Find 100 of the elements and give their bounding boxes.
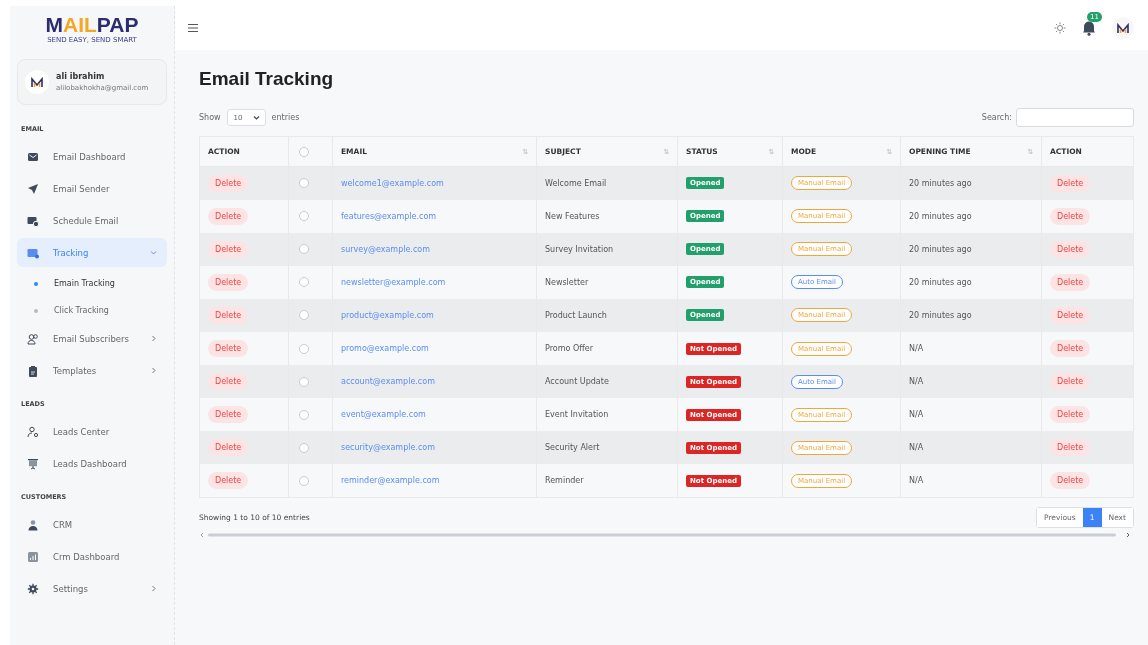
sidebar-item[interactable]: Leads Dashboard xyxy=(17,449,167,478)
delete-button[interactable]: Delete xyxy=(208,373,249,391)
table-cell: N/A xyxy=(909,410,924,420)
gear-icon xyxy=(27,582,39,595)
checkbox[interactable] xyxy=(299,310,309,321)
users-icon xyxy=(27,332,39,345)
sidebar-subitem[interactable]: Emain Tracking xyxy=(17,270,167,297)
checkbox[interactable] xyxy=(299,409,309,420)
delete-button[interactable]: Delete xyxy=(208,472,249,490)
email-link[interactable]: reminder@example.com xyxy=(341,476,440,486)
sidebar-item[interactable]: CRM xyxy=(17,510,167,539)
envelope-icon xyxy=(27,246,39,259)
checkbox[interactable] xyxy=(299,475,309,486)
delete-button[interactable]: Delete xyxy=(1050,340,1091,357)
menu-icon[interactable] xyxy=(187,22,199,34)
page-title: Email Tracking xyxy=(199,68,335,90)
delete-button[interactable]: Delete xyxy=(1050,439,1091,457)
table-cell: Promo Offer xyxy=(545,344,593,353)
delete-button[interactable]: Delete xyxy=(208,174,249,192)
email-link[interactable]: promo@example.com xyxy=(341,344,429,353)
table-cell: Welcome Email xyxy=(545,178,607,188)
sidebar-item[interactable]: Crm Dashboard xyxy=(17,542,167,571)
table-cell: 20 minutes ago xyxy=(909,178,972,188)
chart-icon xyxy=(27,550,39,563)
bullet-icon xyxy=(34,281,38,286)
logo-text: M xyxy=(45,13,63,36)
chevron-down-icon xyxy=(252,114,260,121)
sidebar-item[interactable]: Leads Center xyxy=(17,417,167,446)
sidebar-item[interactable]: Email Subscribers xyxy=(17,324,167,353)
sidebar-item[interactable]: Templates xyxy=(17,356,167,385)
delete-button[interactable]: Delete xyxy=(208,207,249,225)
table-cell: Product Launch xyxy=(545,310,607,320)
checkbox[interactable] xyxy=(299,442,309,453)
user-name: ali ibrahim xyxy=(56,72,106,81)
email-link[interactable]: newsletter@example.com xyxy=(341,277,446,287)
table-cell: Reminder xyxy=(545,476,584,486)
delete-button[interactable]: Delete xyxy=(1050,174,1091,192)
table-cell: Security Alert xyxy=(545,443,600,453)
show-label: Show xyxy=(199,113,221,122)
table-cell: 20 minutes ago xyxy=(909,244,972,254)
delete-button[interactable]: Delete xyxy=(1050,273,1091,291)
email-link[interactable]: features@example.com xyxy=(341,211,437,221)
table-cell: Account Update xyxy=(545,377,609,387)
clipboard-icon xyxy=(27,364,39,377)
email-link[interactable]: account@example.com xyxy=(341,377,435,387)
sidebar-subitem[interactable]: Click Tracking xyxy=(17,297,167,324)
email-link[interactable]: product@example.com xyxy=(341,310,434,320)
logo-text: AIL xyxy=(63,13,97,36)
search-field[interactable] xyxy=(1016,108,1134,127)
email-link[interactable]: security@example.com xyxy=(341,443,435,453)
checkbox[interactable] xyxy=(299,376,309,387)
logo-mark-icon xyxy=(31,76,43,88)
table-cell: Survey Invitation xyxy=(545,244,614,254)
delete-button[interactable]: Delete xyxy=(208,406,249,424)
delete-button[interactable]: Delete xyxy=(208,306,249,324)
sidebar-item[interactable]: Email Dashboard xyxy=(17,142,167,171)
delete-button[interactable]: Delete xyxy=(1050,406,1091,424)
avatar[interactable] xyxy=(1112,17,1134,39)
table-cell: 20 minutes ago xyxy=(909,211,972,221)
paper-plane-icon xyxy=(27,182,39,195)
search-label: Search: xyxy=(981,113,1012,122)
delete-button[interactable]: Delete xyxy=(208,340,249,357)
bell-icon[interactable] xyxy=(1082,20,1096,36)
delete-button[interactable]: Delete xyxy=(208,240,249,258)
delete-button[interactable]: Delete xyxy=(1050,240,1091,258)
email-link[interactable]: welcome1@example.com xyxy=(341,178,444,188)
table-cell: N/A xyxy=(909,344,924,353)
delete-button[interactable]: Delete xyxy=(1050,207,1091,225)
email-link[interactable]: survey@example.com xyxy=(341,244,430,254)
table-cell: N/A xyxy=(909,377,924,387)
sun-icon[interactable] xyxy=(1054,22,1066,34)
checkbox[interactable] xyxy=(299,277,309,288)
checkbox[interactable] xyxy=(299,178,309,189)
sidebar-item[interactable]: Schedule Email xyxy=(17,206,167,235)
table-cell: 20 minutes ago xyxy=(909,277,972,287)
delete-button[interactable]: Delete xyxy=(1050,306,1091,324)
table-cell: N/A xyxy=(909,476,924,486)
delete-button[interactable]: Delete xyxy=(208,439,249,457)
delete-button[interactable]: Delete xyxy=(1050,373,1091,391)
person-icon xyxy=(27,518,39,531)
table-cell: 20 minutes ago xyxy=(909,310,972,320)
table-cell: N/A xyxy=(909,443,924,453)
sidebar-item[interactable]: Email Sender xyxy=(17,174,167,203)
delete-button[interactable]: Delete xyxy=(208,273,249,291)
checkbox[interactable] xyxy=(299,244,309,255)
delete-button[interactable]: Delete xyxy=(1050,472,1091,490)
envelope-clock-icon xyxy=(27,214,39,227)
checkbox[interactable] xyxy=(299,211,309,222)
checkbox[interactable] xyxy=(299,343,309,354)
sidebar-item[interactable]: Settings xyxy=(17,574,167,603)
sidebar-item[interactable]: Tracking xyxy=(17,238,167,267)
checkbox[interactable] xyxy=(299,146,309,157)
table-cell: New Features xyxy=(545,211,600,221)
logo-text: PAP xyxy=(96,13,139,36)
table-cell: Newsletter xyxy=(545,277,589,287)
email-link[interactable]: event@example.com xyxy=(341,410,426,420)
presentation-board-icon xyxy=(27,457,39,470)
envelope-icon xyxy=(27,150,39,163)
user-search-icon xyxy=(27,425,39,438)
table-cell: Event Invitation xyxy=(545,410,609,420)
